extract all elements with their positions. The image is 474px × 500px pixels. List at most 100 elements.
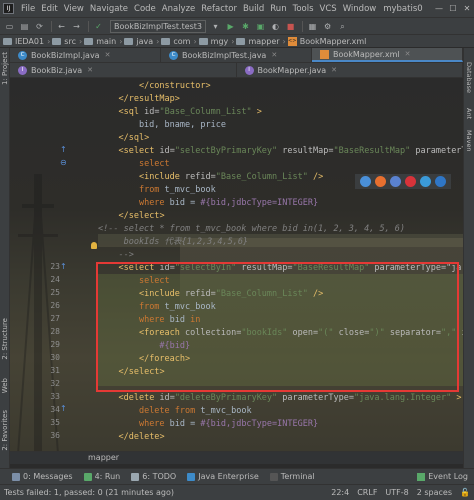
close-tab-icon[interactable]: ✕ bbox=[271, 51, 277, 59]
implementation-arrow-icon[interactable]: ↑ bbox=[60, 262, 67, 271]
minimize-icon[interactable]: — bbox=[432, 4, 446, 13]
close-tab-icon[interactable]: ✕ bbox=[405, 50, 411, 58]
structure-panel-tab[interactable]: 2: Structure bbox=[1, 318, 9, 360]
stop-icon[interactable]: ■ bbox=[284, 20, 297, 33]
lightbulb-icon[interactable] bbox=[91, 242, 97, 249]
build-hammer-icon[interactable]: ✓ bbox=[92, 20, 105, 33]
crumb-main[interactable]: main › bbox=[84, 37, 122, 46]
menu-view[interactable]: View bbox=[61, 4, 87, 14]
project-panel-tab[interactable]: 1: Project bbox=[1, 52, 9, 85]
menu-window[interactable]: Window bbox=[340, 4, 380, 14]
todo-tool-button[interactable]: 6: TODO bbox=[131, 472, 176, 481]
crumb-com[interactable]: com › bbox=[161, 37, 197, 46]
project-structure-icon[interactable]: ▦ bbox=[306, 20, 319, 33]
code-line[interactable]: </delete> bbox=[98, 431, 164, 444]
line-number: 35 bbox=[50, 418, 60, 427]
safari-icon[interactable] bbox=[390, 176, 401, 187]
maximize-icon[interactable]: ☐ bbox=[446, 4, 460, 13]
code-line[interactable]: where bid = #{bid,jdbcType=INTEGER} bbox=[98, 418, 318, 431]
database-panel-tab[interactable]: Database bbox=[465, 62, 473, 93]
code-line[interactable]: <select id="selectByPrimaryKey" resultMa… bbox=[98, 145, 463, 158]
internet-explorer-icon[interactable] bbox=[420, 176, 431, 187]
menu-navigate[interactable]: Navigate bbox=[87, 4, 131, 14]
code-line[interactable]: delete from t_mvc_book bbox=[98, 405, 252, 418]
debug-icon[interactable]: ✱ bbox=[239, 20, 252, 33]
tab-bookbizimpltest[interactable]: C BookBizImplTest.java ✕ bbox=[161, 48, 312, 62]
file-encoding[interactable]: UTF-8 bbox=[385, 488, 408, 497]
menu-code[interactable]: Code bbox=[131, 4, 159, 14]
tab-bookmapper-xml[interactable]: BookMapper.xml ✕ bbox=[312, 48, 463, 62]
opera-icon[interactable] bbox=[405, 176, 416, 187]
forward-icon[interactable]: → bbox=[70, 20, 83, 33]
menu-analyze[interactable]: Analyze bbox=[159, 4, 199, 14]
event-log-button[interactable]: Event Log bbox=[417, 472, 468, 481]
code-line[interactable]: --> bbox=[98, 249, 133, 262]
firefox-icon[interactable] bbox=[375, 176, 386, 187]
crumb-project[interactable]: IEDA01 › bbox=[3, 37, 50, 46]
search-everywhere-icon[interactable]: ⌕ bbox=[336, 20, 349, 33]
code-line[interactable]: </sql> bbox=[98, 132, 149, 145]
crumb-file[interactable]: <> BookMapper.xml bbox=[287, 36, 366, 46]
menu-vcs[interactable]: VCS bbox=[317, 4, 340, 14]
coverage-icon[interactable]: ▣ bbox=[254, 20, 267, 33]
close-window-icon[interactable]: ✕ bbox=[460, 4, 474, 13]
code-line[interactable]: <delete id="deleteByPrimaryKey" paramete… bbox=[98, 392, 461, 405]
maven-panel-tab[interactable]: Maven bbox=[465, 130, 473, 152]
edge-icon[interactable] bbox=[435, 176, 446, 187]
cursor-position[interactable]: 22:4 bbox=[331, 488, 349, 497]
crumb-mapper[interactable]: mapper › bbox=[236, 37, 286, 46]
crumb-src[interactable]: src › bbox=[52, 37, 82, 46]
code-editor[interactable]: ⊖ ↑ ↑ ↑ 23 24 25 26 27 28 29 30 31 32 33… bbox=[10, 78, 463, 451]
code-line[interactable]: </select> bbox=[98, 210, 164, 223]
ant-panel-tab[interactable]: Ant bbox=[465, 108, 473, 119]
tab-bookbizimpl[interactable]: C BookBizImpl.java ✕ bbox=[10, 48, 161, 62]
java-enterprise-tool-button[interactable]: Java Enterprise bbox=[187, 472, 259, 481]
code-line[interactable]: <sql id="Base_Column_List" > bbox=[98, 106, 261, 119]
settings-icon[interactable]: ⚙ bbox=[321, 20, 334, 33]
menu-refactor[interactable]: Refactor bbox=[198, 4, 240, 14]
profile-icon[interactable]: ◐ bbox=[269, 20, 282, 33]
code-line[interactable]: </constructor> bbox=[98, 80, 211, 93]
lock-icon[interactable]: 🔓 bbox=[460, 488, 470, 497]
code-line[interactable]: <!-- select * from t_mvc_book where bid … bbox=[98, 223, 405, 236]
implementation-arrow-icon[interactable]: ↑ bbox=[60, 145, 67, 154]
tab-bookmapper-java[interactable]: I BookMapper.java ✕ bbox=[237, 63, 463, 77]
code-line[interactable]: select bbox=[98, 158, 170, 171]
run-config-dropdown-icon[interactable]: ▾ bbox=[209, 20, 222, 33]
close-tab-icon[interactable]: ✕ bbox=[331, 66, 337, 74]
implementation-arrow-icon[interactable]: ↑ bbox=[60, 404, 67, 413]
menu-run[interactable]: Run bbox=[267, 4, 289, 14]
menu-edit[interactable]: Edit bbox=[38, 4, 60, 14]
code-line[interactable]: <include refid="Base_Column_List" /> bbox=[98, 171, 323, 184]
save-all-icon[interactable]: ▤ bbox=[18, 20, 31, 33]
messages-tool-button[interactable]: 0: Messages bbox=[12, 472, 73, 481]
sync-icon[interactable]: ⟳ bbox=[33, 20, 46, 33]
back-icon[interactable]: ← bbox=[55, 20, 68, 33]
menu-file[interactable]: File bbox=[18, 4, 38, 14]
code-line[interactable]: bookIds 代表{1,2,3,4,5,6} bbox=[98, 236, 248, 249]
tab-bookbiz[interactable]: I BookBiz.java ✕ bbox=[10, 63, 237, 77]
code-line[interactable]: </resultMap> bbox=[98, 93, 179, 106]
crumb-java[interactable]: java › bbox=[124, 37, 159, 46]
menu-build[interactable]: Build bbox=[240, 4, 267, 14]
open-folder-icon[interactable]: ▭ bbox=[3, 20, 16, 33]
menu-tools[interactable]: Tools bbox=[290, 4, 317, 14]
code-line[interactable]: bid, bname, price bbox=[98, 119, 226, 132]
status-message[interactable]: Tests failed: 1, passed: 0 (21 minutes a… bbox=[4, 488, 174, 497]
run-tool-button[interactable]: 4: Run bbox=[83, 472, 120, 481]
crumb-mgy[interactable]: mgy › bbox=[198, 37, 234, 46]
code-line[interactable]: from t_mvc_book bbox=[98, 184, 216, 197]
run-config-select[interactable]: BookBizImplTest.test3 bbox=[110, 19, 207, 33]
favorites-panel-tab[interactable]: 2: Favorites bbox=[1, 410, 9, 451]
run-icon[interactable]: ▶ bbox=[224, 20, 237, 33]
line-separator[interactable]: CRLF bbox=[357, 488, 377, 497]
chrome-icon[interactable] bbox=[360, 176, 371, 187]
terminal-tool-button[interactable]: Terminal bbox=[269, 472, 315, 481]
indent-setting[interactable]: 2 spaces bbox=[417, 488, 452, 497]
web-panel-tab[interactable]: Web bbox=[1, 378, 9, 393]
close-tab-icon[interactable]: ✕ bbox=[105, 51, 111, 59]
close-tab-icon[interactable]: ✕ bbox=[87, 66, 93, 74]
fold-icon[interactable]: ⊖ bbox=[60, 158, 67, 167]
editor-breadcrumb[interactable]: mapper bbox=[10, 451, 463, 464]
code-line[interactable]: where bid = #{bid,jdbcType=INTEGER} bbox=[98, 197, 318, 210]
